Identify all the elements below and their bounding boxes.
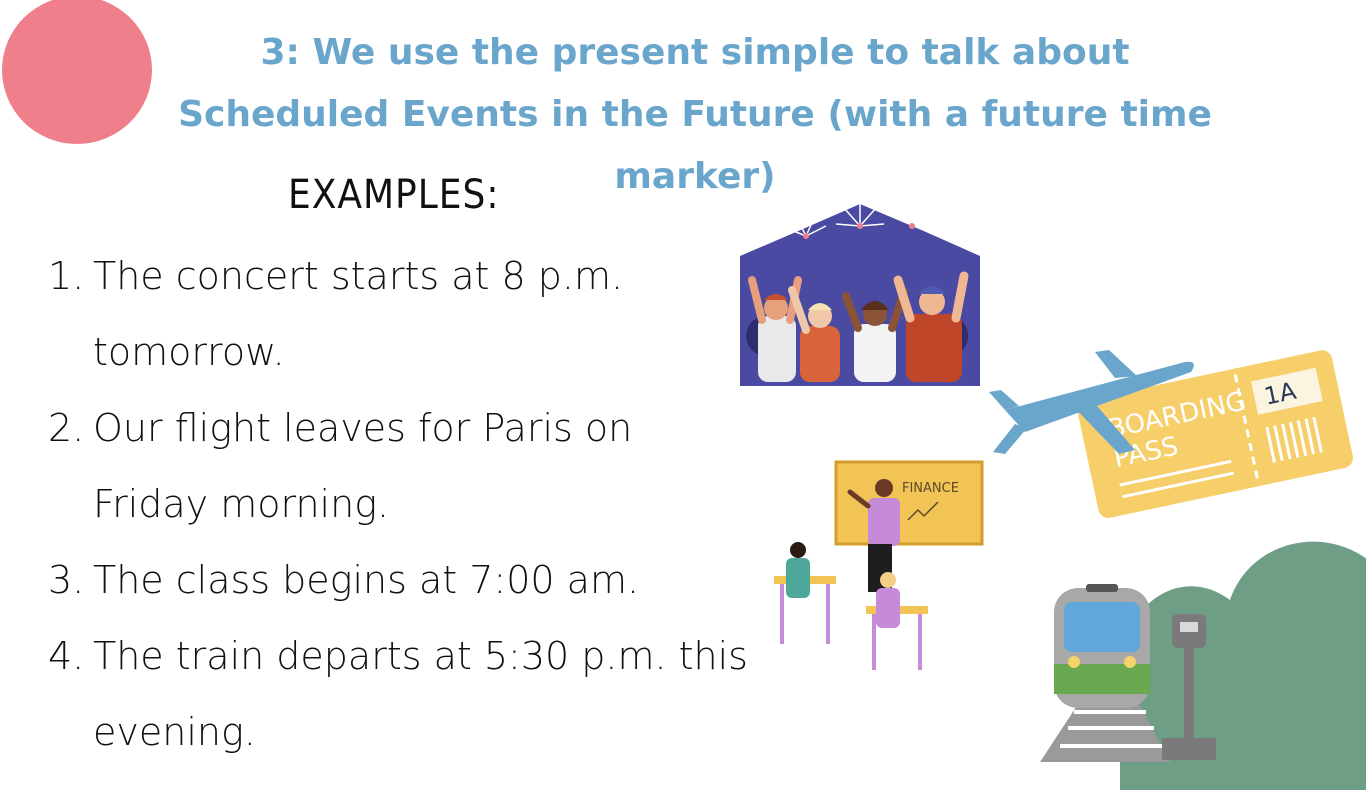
classroom-illustration: FINANCE bbox=[774, 460, 984, 670]
train-illustration bbox=[1040, 584, 1216, 762]
example-text: Our flight leaves for Paris on Friday mo… bbox=[93, 406, 633, 526]
concert-crowd-illustration bbox=[740, 200, 980, 386]
board-label: FINANCE bbox=[902, 481, 959, 496]
boarding-pass-illustration: BOARDING PASS 1A bbox=[989, 350, 1353, 518]
example-text: The concert starts at 8 p.m. tomorrow. bbox=[93, 254, 624, 374]
title-line-2: Scheduled Events in the Future (with a f… bbox=[178, 94, 1212, 135]
examples-list: 1. The concert starts at 8 p.m. tomorrow… bbox=[48, 238, 748, 770]
example-item: 3. The class begins at 7:00 am. bbox=[48, 542, 748, 618]
example-number: 3. bbox=[48, 558, 85, 602]
example-item: 1. The concert starts at 8 p.m. tomorrow… bbox=[48, 238, 748, 390]
pink-circle-decoration bbox=[2, 0, 152, 144]
example-text: The class begins at 7:00 am. bbox=[93, 558, 640, 602]
examples-heading: EXAMPLES: bbox=[288, 172, 500, 218]
example-text: The train departs at 5:30 p.m. this even… bbox=[93, 634, 748, 754]
example-number: 4. bbox=[48, 634, 85, 678]
example-number: 2. bbox=[48, 406, 85, 450]
example-number: 1. bbox=[48, 254, 85, 298]
example-item: 4. The train departs at 5:30 p.m. this e… bbox=[48, 618, 748, 770]
example-item: 2. Our flight leaves for Paris on Friday… bbox=[48, 390, 748, 542]
title-line-1: 3: We use the present simple to talk abo… bbox=[260, 32, 1130, 73]
